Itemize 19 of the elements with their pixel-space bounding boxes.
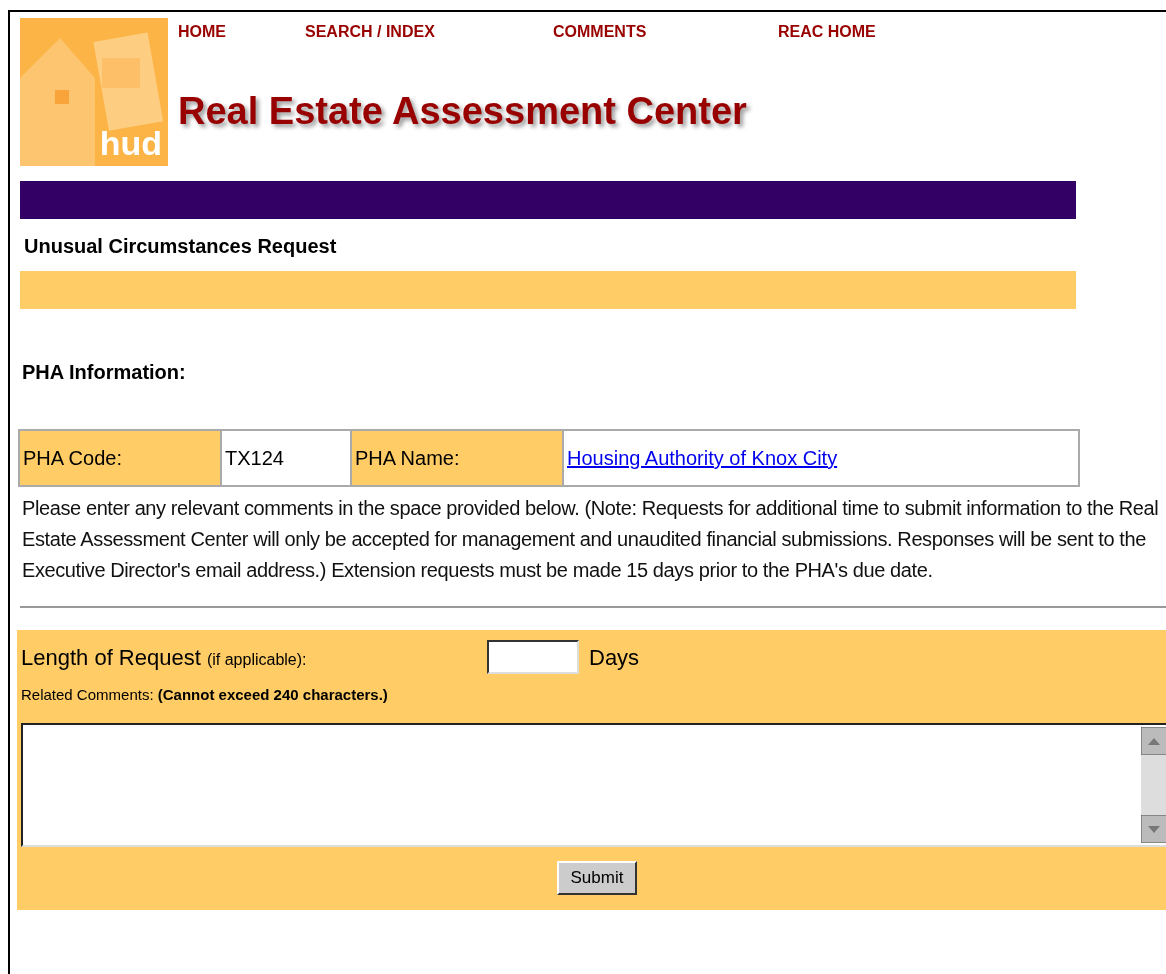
- table-cell: PHA Code:: [19, 430, 221, 486]
- table-cell: PHA Name:: [351, 430, 563, 486]
- length-label: Length of Request (if applicable):: [21, 643, 308, 672]
- submit-button[interactable]: Submit: [556, 860, 638, 895]
- page-heading: Unusual Circumstances Request: [24, 234, 338, 259]
- section-heading: PHA Information:: [22, 360, 187, 385]
- logo-text: hud: [99, 126, 162, 160]
- comments-label: Related Comments: (Cannot exceed 240 characters.): [21, 685, 389, 705]
- days-label: Days: [589, 643, 640, 672]
- nav-link[interactable]: COMMENTS: [553, 20, 778, 44]
- nav-link[interactable]: SEARCH / INDEX: [305, 20, 553, 44]
- days-input[interactable]: [487, 640, 579, 674]
- nav-link[interactable]: REAC HOME: [778, 20, 928, 44]
- site-title: Real Estate Assessment Center: [178, 92, 748, 130]
- scroll-up-icon[interactable]: [1141, 726, 1166, 755]
- instructions-text: Please enter any relevant comments in the space provided below. (Note: Requests for additional time to submit information to the Real Estate Assessment Center will only be accepted for management and unaudited financial submissions. Responses will be sent to the Executive Director's email address.) Extension requests must be made 15 days prior to the PHA's due date.: [22, 496, 1160, 583]
- scroll-down-icon[interactable]: [1141, 814, 1166, 843]
- nav-link[interactable]: HOME: [178, 20, 305, 44]
- table-cell: TX124: [221, 430, 351, 486]
